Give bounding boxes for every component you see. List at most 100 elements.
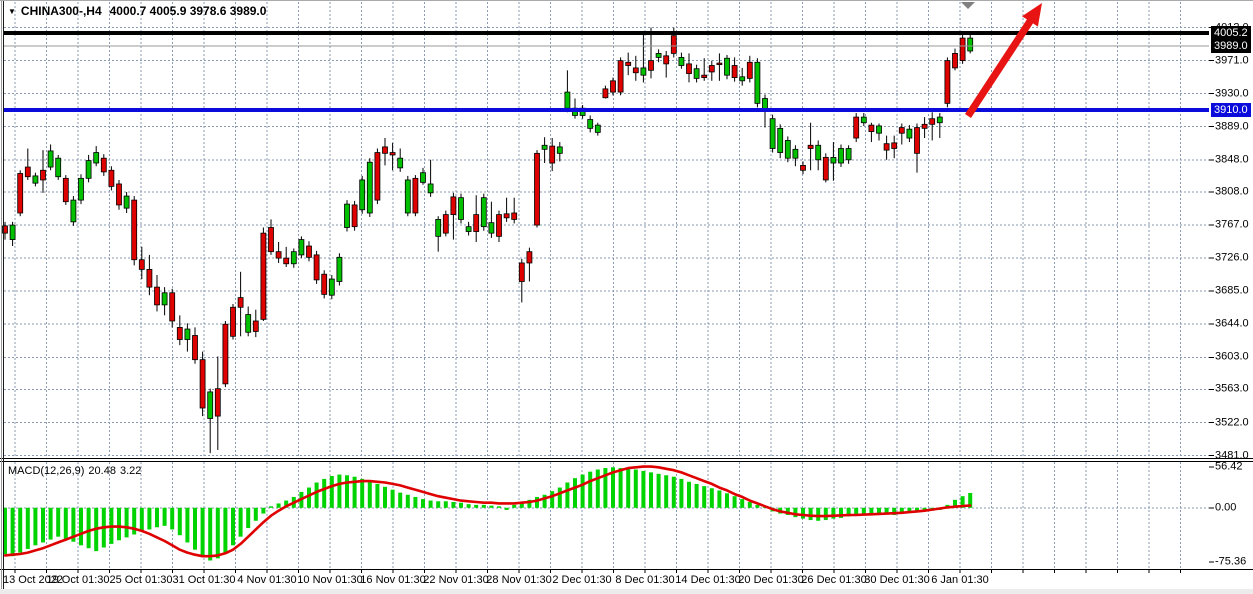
macd-histogram-bar bbox=[41, 508, 45, 543]
candle-body bbox=[763, 99, 768, 109]
candle-body bbox=[18, 173, 23, 212]
candle-body bbox=[86, 161, 91, 179]
candle-body bbox=[611, 81, 616, 92]
candle bbox=[71, 196, 76, 226]
candle-body bbox=[747, 62, 752, 78]
candle-body bbox=[117, 184, 122, 205]
candle bbox=[519, 259, 524, 303]
candle bbox=[603, 86, 608, 99]
time-tick-label: 6 Jan 01:30 bbox=[931, 574, 989, 586]
candle-body bbox=[474, 215, 479, 232]
price-tick-label: 3848.0 bbox=[1215, 154, 1249, 165]
macd-histogram-bar bbox=[322, 479, 326, 508]
symbol-dropdown-icon[interactable]: ▼ bbox=[8, 7, 16, 16]
candle bbox=[907, 125, 912, 142]
candle bbox=[132, 196, 137, 265]
candle-body bbox=[459, 198, 464, 220]
candle-body bbox=[588, 119, 593, 128]
candle bbox=[633, 56, 638, 81]
candle bbox=[679, 53, 684, 69]
candle bbox=[945, 57, 950, 107]
price-tick-label: 3644.0 bbox=[1215, 319, 1249, 330]
price-tick-label: 3971.0 bbox=[1215, 55, 1249, 66]
candle bbox=[223, 321, 228, 387]
candle-body bbox=[519, 263, 524, 282]
macd-histogram-bar bbox=[626, 469, 630, 508]
header-ohlc-values: 4000.7 4005.9 3978.6 3989.0 bbox=[110, 4, 267, 18]
candle bbox=[694, 65, 699, 83]
candle-body bbox=[664, 56, 669, 64]
macd-histogram-bar bbox=[315, 483, 319, 508]
macd-histogram-bar bbox=[687, 482, 691, 508]
macd-histogram-bar bbox=[163, 508, 167, 526]
candle-body bbox=[238, 298, 243, 308]
candle-body bbox=[109, 170, 114, 186]
macd-name: MACD(12,26,9) bbox=[8, 465, 84, 477]
candle bbox=[86, 155, 91, 182]
macd-histogram-bar bbox=[588, 472, 592, 508]
macd-histogram-bar bbox=[489, 506, 493, 508]
macd-histogram-bar bbox=[239, 508, 243, 537]
candle bbox=[405, 176, 410, 216]
candle bbox=[56, 155, 61, 180]
candle-body bbox=[352, 205, 357, 227]
candle bbox=[177, 315, 182, 345]
candle-body bbox=[907, 129, 912, 138]
macd-histogram-bar bbox=[482, 505, 486, 508]
candle bbox=[611, 78, 616, 96]
candle-body bbox=[329, 279, 334, 295]
candle-body bbox=[717, 63, 722, 65]
candle bbox=[345, 200, 350, 231]
candle-body bbox=[215, 389, 220, 416]
macd-histogram-bar bbox=[201, 508, 205, 556]
price-tick-label: 3603.0 bbox=[1215, 352, 1249, 363]
candle-body bbox=[276, 252, 281, 258]
down-triangle-marker-icon bbox=[961, 2, 975, 9]
time-tick-label: 20 Dec 01:30 bbox=[738, 574, 803, 586]
price-level-badge: 4005.2 bbox=[1211, 26, 1251, 40]
candle-body bbox=[79, 178, 84, 200]
price-level-badge-blue: 3910.0 bbox=[1211, 103, 1251, 117]
candle-body bbox=[778, 128, 783, 152]
candle-body bbox=[307, 246, 312, 257]
candle-body bbox=[732, 65, 737, 77]
candle bbox=[291, 248, 296, 267]
candle-body bbox=[930, 119, 935, 125]
candle bbox=[101, 154, 106, 176]
candle bbox=[466, 222, 471, 236]
candle bbox=[755, 58, 760, 107]
macd-histogram-bar bbox=[672, 477, 676, 508]
macd-histogram-bar bbox=[725, 493, 729, 507]
candle bbox=[413, 175, 418, 216]
candle-body bbox=[953, 53, 958, 68]
candle-body bbox=[261, 233, 266, 319]
macd-histogram-bar bbox=[801, 508, 805, 519]
candle-body bbox=[618, 61, 623, 92]
candle bbox=[580, 105, 585, 119]
macd-histogram-bar bbox=[596, 470, 600, 508]
macd-histogram-bar bbox=[649, 472, 653, 507]
time-tick-label: 22 Nov 01:30 bbox=[423, 574, 488, 586]
candle bbox=[937, 113, 942, 138]
candlestick-chart-canvas bbox=[0, 0, 1253, 594]
candle-body bbox=[557, 147, 562, 153]
candle bbox=[276, 242, 281, 263]
macd-histogram-bar bbox=[375, 484, 379, 508]
candle-body bbox=[223, 324, 228, 384]
candle bbox=[383, 138, 388, 165]
candle bbox=[25, 149, 30, 180]
macd-histogram-bar bbox=[467, 504, 471, 508]
candle-body bbox=[63, 178, 68, 201]
price-tick-label: 3889.0 bbox=[1215, 121, 1249, 132]
candle-body bbox=[299, 240, 304, 255]
time-tick-label: 31 Oct 01:30 bbox=[173, 574, 236, 586]
candle-body bbox=[489, 223, 494, 233]
candle bbox=[307, 241, 312, 261]
time-tick-label: 16 Nov 01:30 bbox=[360, 574, 425, 586]
macd-histogram-bar bbox=[413, 497, 417, 508]
macd-histogram-bar bbox=[125, 508, 129, 538]
candle bbox=[443, 211, 448, 237]
candle-body bbox=[801, 165, 806, 170]
candle-body bbox=[481, 198, 486, 227]
candle bbox=[839, 144, 844, 167]
